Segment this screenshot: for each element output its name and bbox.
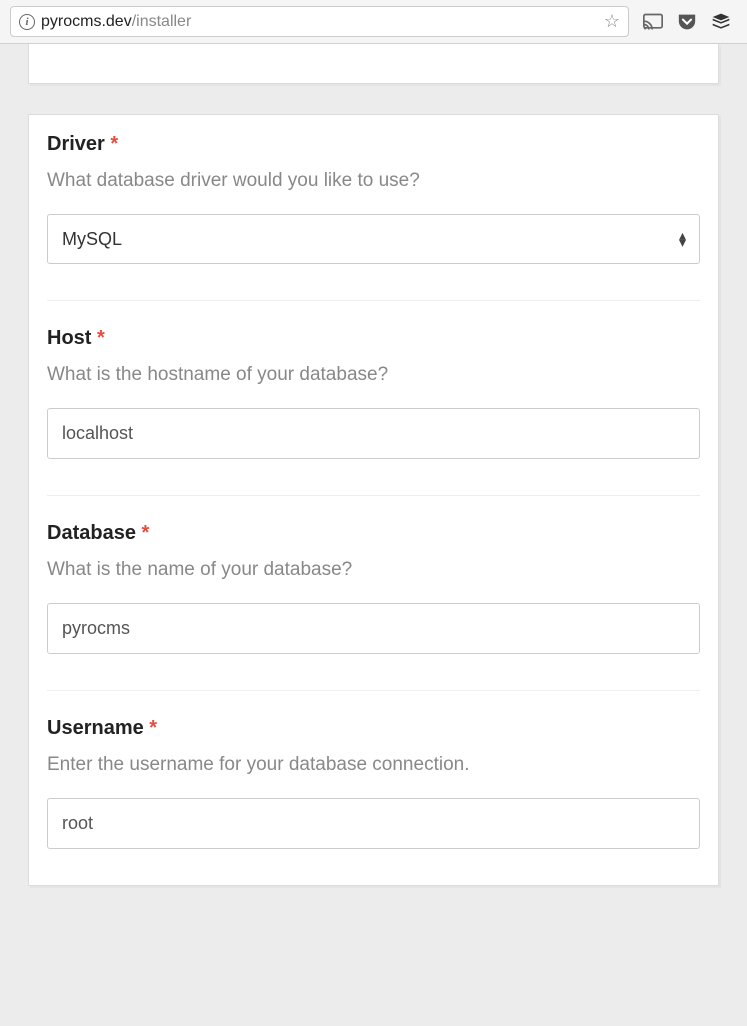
site-info-icon[interactable]: i [19,14,35,30]
page-background: Driver * What database driver would you … [0,44,747,1026]
database-help: What is the name of your database? [47,559,700,581]
pocket-icon[interactable] [677,13,697,31]
card-previous-section [28,44,719,84]
username-help: Enter the username for your database con… [47,754,700,776]
driver-select[interactable]: MySQL [47,214,700,264]
required-marker: * [142,522,150,544]
host-label: Host * [47,327,700,350]
browser-toolbar-icons [637,12,737,32]
url-input[interactable]: i pyrocms.dev/installer ☆ [10,6,629,37]
database-section: Database * What is the name of your data… [47,522,700,691]
driver-select-wrap: MySQL ▴▾ [47,214,700,264]
username-label: Username * [47,717,700,740]
database-input[interactable] [47,603,700,654]
database-label: Database * [47,522,700,545]
username-input[interactable] [47,798,700,849]
url-text: pyrocms.dev/installer [41,13,191,31]
driver-label: Driver * [47,133,700,156]
browser-address-bar: i pyrocms.dev/installer ☆ [0,0,747,44]
buffer-icon[interactable] [711,12,731,32]
username-section: Username * Enter the username for your d… [47,717,700,885]
required-marker: * [110,133,118,155]
installer-form-card: Driver * What database driver would you … [28,114,719,886]
cast-icon[interactable] [643,13,663,31]
host-section: Host * What is the hostname of your data… [47,327,700,496]
driver-section: Driver * What database driver would you … [47,133,700,301]
bookmark-star-icon[interactable]: ☆ [604,11,620,32]
required-marker: * [149,717,157,739]
host-input[interactable] [47,408,700,459]
driver-help: What database driver would you like to u… [47,170,700,192]
host-help: What is the hostname of your database? [47,364,700,386]
required-marker: * [97,327,105,349]
